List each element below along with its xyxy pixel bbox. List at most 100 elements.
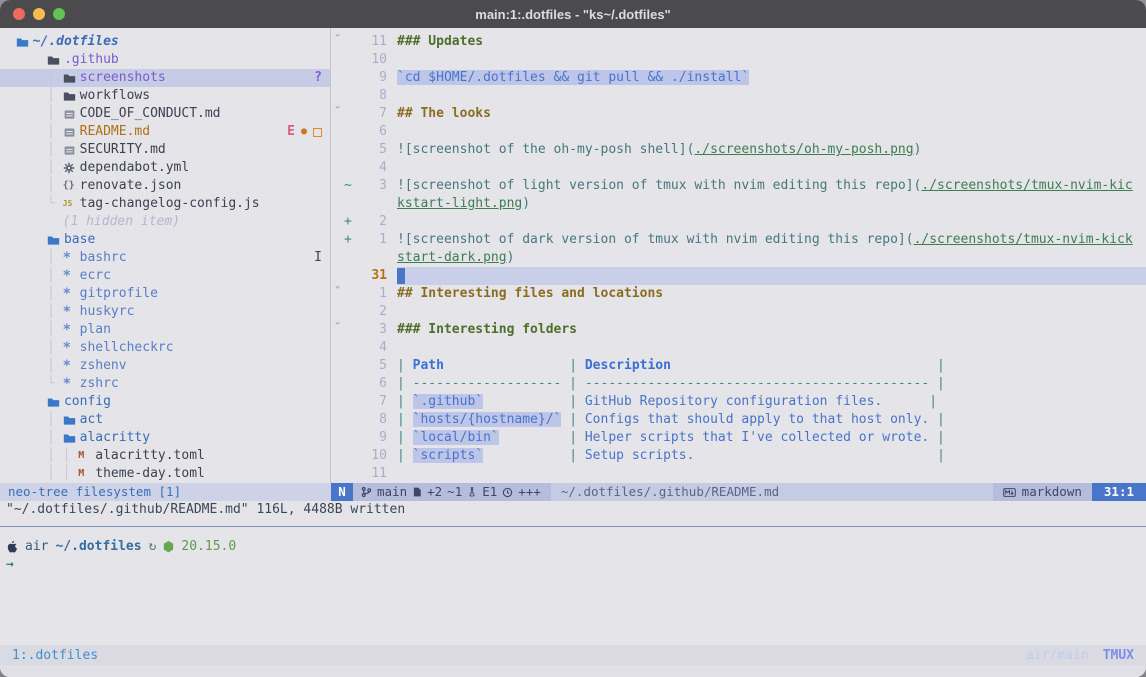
- filetype-indicator: markdown: [993, 483, 1092, 501]
- dotfile-star-icon: *: [63, 339, 80, 357]
- editor-line[interactable]: ˇ1## Interesting files and locations: [331, 285, 1146, 303]
- fold-marker-icon[interactable]: ˇ: [331, 105, 344, 123]
- tree-item-dotfiles-root[interactable]: ~/.dotfiles: [0, 33, 330, 51]
- fold-marker-icon[interactable]: ˇ: [331, 285, 344, 303]
- editor-line[interactable]: +1![screenshot of dark version of tmux w…: [331, 231, 1146, 249]
- tmux-window-tab[interactable]: 1:.dotfiles: [12, 648, 98, 663]
- fold-marker-icon[interactable]: ˇ: [331, 33, 344, 51]
- tree-item-alacritty-toml[interactable]: │ │ Malacritty.toml: [0, 447, 330, 465]
- folder-icon: [63, 414, 80, 427]
- editor-line[interactable]: ˇ7## The looks: [331, 105, 1146, 123]
- tree-item-code-of-conduct[interactable]: │ CODE_OF_CONDUCT.md: [0, 105, 330, 123]
- editor-cursor-line[interactable]: 31: [331, 267, 1146, 285]
- tree-item-renovate[interactable]: │ {}renovate.json: [0, 177, 330, 195]
- tree-item-alacritty-folder[interactable]: │ alacritty: [0, 429, 330, 447]
- statusline-file-path: ~/.dotfiles/.github/README.md: [551, 483, 789, 501]
- markdown-link[interactable]: ./screenshots/tmux-nvim-kic: [921, 178, 1132, 193]
- editor-line[interactable]: 8: [331, 87, 1146, 105]
- folder-icon: [47, 54, 64, 67]
- editor-table-row-line[interactable]: 9| `local/bin` | Helper scripts that I'v…: [331, 429, 1146, 447]
- tree-item-security[interactable]: │ SECURITY.md: [0, 141, 330, 159]
- tree-item-config-folder[interactable]: config: [0, 393, 330, 411]
- tree-item-shellcheckrc[interactable]: │ *shellcheckrc: [0, 339, 330, 357]
- markdown-link[interactable]: kstart-light.png: [397, 196, 522, 211]
- git-branch-icon: [361, 486, 372, 498]
- editor-line[interactable]: 6: [331, 123, 1146, 141]
- node-icon: [163, 541, 174, 553]
- tree-item-zshrc[interactable]: └ *zshrc: [0, 375, 330, 393]
- editor-line[interactable]: ˇ3### Interesting folders: [331, 321, 1146, 339]
- markdown-file-icon: [63, 108, 80, 121]
- tree-item-github-folder[interactable]: .github: [0, 51, 330, 69]
- shell-pane[interactable]: air ~/.dotfiles ↻ 20.15.0 →: [0, 527, 1146, 645]
- editor-line[interactable]: 9`cd $HOME/.dotfiles && git pull && ./in…: [331, 69, 1146, 87]
- tree-item-theme-day-toml[interactable]: │ │ Mtheme-day.toml: [0, 465, 330, 483]
- editor-line[interactable]: 10: [331, 51, 1146, 69]
- editor-wrapped-line[interactable]: kstart-light.png): [331, 195, 1146, 213]
- git-untracked-badge: ?: [314, 69, 322, 87]
- markdown-link[interactable]: ./screenshots/oh-my-posh.png: [694, 142, 913, 157]
- folder-icon: [63, 72, 80, 85]
- git-status-group: main+2~1E1+++: [353, 483, 551, 501]
- editor-line[interactable]: 4: [331, 339, 1146, 357]
- folder-icon: [47, 234, 64, 247]
- tree-item-bashrc[interactable]: │ *bashrcI: [0, 249, 330, 267]
- tree-item-huskyrc[interactable]: │ *huskyrc: [0, 303, 330, 321]
- text-cursor: [397, 268, 405, 284]
- markdown-file-icon: [63, 144, 80, 157]
- editor-table-row-line[interactable]: 10| `scripts` | Setup scripts. |: [331, 447, 1146, 465]
- cursor-marker: I: [314, 249, 322, 267]
- editor-line[interactable]: ˇ11### Updates: [331, 33, 1146, 51]
- tree-item-readme[interactable]: │ README.mdE●: [0, 123, 330, 141]
- node-version: 20.15.0: [181, 538, 236, 556]
- current-directory: ~/.dotfiles: [55, 538, 141, 556]
- title-bar: main:1:.dotfiles - "ks~/.dotfiles": [0, 0, 1146, 28]
- vim-mode-indicator: N: [331, 483, 353, 501]
- git-changed-sign: ~: [344, 177, 356, 195]
- markdown-link[interactable]: ./screenshots/tmux-nvim-kick: [914, 232, 1133, 247]
- tree-item-workflows[interactable]: │ workflows: [0, 87, 330, 105]
- tree-item-zshenv[interactable]: │ *zshenv: [0, 357, 330, 375]
- close-button[interactable]: [13, 8, 25, 20]
- tree-item-screenshots[interactable]: │ screenshots?: [0, 69, 330, 87]
- folder-icon: [47, 396, 64, 409]
- editor-line[interactable]: 5![screenshot of the oh-my-posh shell](.…: [331, 141, 1146, 159]
- git-added-sign: +: [344, 213, 356, 231]
- diff-file-icon: [412, 486, 422, 498]
- editor-table-row-line[interactable]: 7| `.github` | GitHub Repository configu…: [331, 393, 1146, 411]
- tree-item-dependabot[interactable]: │ dependabot.yml: [0, 159, 330, 177]
- tree-item-tag-changelog[interactable]: └ JStag-changelog-config.js: [0, 195, 330, 213]
- clock-icon: [502, 487, 513, 498]
- editor-wrapped-line[interactable]: start-dark.png): [331, 249, 1146, 267]
- toml-file-icon: M: [78, 447, 95, 465]
- fold-marker-icon[interactable]: ˇ: [331, 321, 344, 339]
- editor-table-row-line[interactable]: 8| `hosts/{hostname}/` | Configs that sh…: [331, 411, 1146, 429]
- markdown-icon: [1003, 488, 1016, 497]
- minimize-button[interactable]: [33, 8, 45, 20]
- editor-line[interactable]: +2: [331, 213, 1146, 231]
- tree-item-ecrc[interactable]: │ *ecrc: [0, 267, 330, 285]
- markdown-link[interactable]: start-dark.png: [397, 250, 507, 265]
- git-sync-icon: ↻: [149, 538, 157, 556]
- prompt-arrow-icon: →: [6, 556, 14, 574]
- tree-item-plan[interactable]: │ *plan: [0, 321, 330, 339]
- tree-item-gitprofile[interactable]: │ *gitprofile: [0, 285, 330, 303]
- editor-line[interactable]: 2: [331, 303, 1146, 321]
- folder-icon: [63, 90, 80, 103]
- dotfile-star-icon: *: [63, 375, 80, 393]
- editor-table-divider-line[interactable]: 6| ------------------- | ---------------…: [331, 375, 1146, 393]
- tree-item-base-folder[interactable]: base: [0, 231, 330, 249]
- dotfile-star-icon: *: [63, 267, 80, 285]
- window-title: main:1:.dotfiles - "ks~/.dotfiles": [0, 7, 1146, 22]
- tree-item-act-folder[interactable]: │ act: [0, 411, 330, 429]
- dotfile-star-icon: *: [63, 357, 80, 375]
- maximize-button[interactable]: [53, 8, 65, 20]
- editor-line[interactable]: 11: [331, 465, 1146, 483]
- editor-line[interactable]: ~3![screenshot of light version of tmux …: [331, 177, 1146, 195]
- editor-table-header-line[interactable]: 5| Path | Description |: [331, 357, 1146, 375]
- dotfile-star-icon: *: [63, 249, 80, 267]
- markdown-file-icon: [63, 126, 80, 139]
- cursor-position: 31:1: [1092, 483, 1146, 501]
- editor-line[interactable]: 4: [331, 159, 1146, 177]
- js-file-icon: JS: [63, 195, 80, 213]
